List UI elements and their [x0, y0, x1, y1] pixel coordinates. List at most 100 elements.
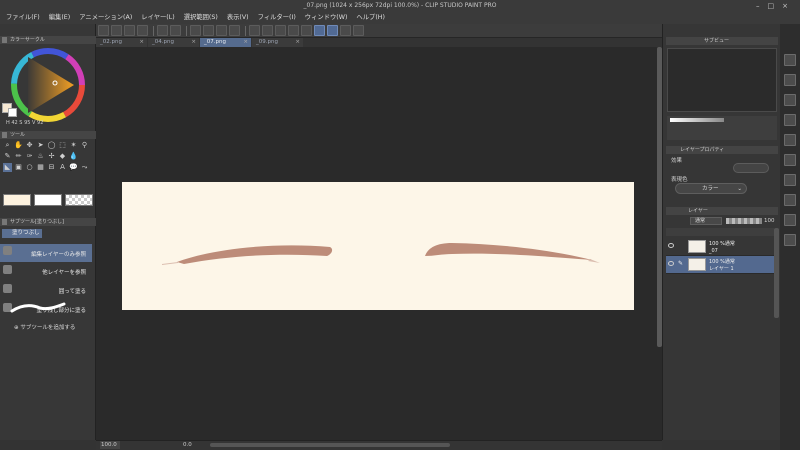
history-icon[interactable] — [784, 94, 796, 106]
tab-04[interactable]: _04.png × — [148, 38, 199, 47]
show-selection-icon[interactable] — [275, 25, 286, 36]
transform-icon[interactable] — [229, 25, 240, 36]
color-wheel[interactable] — [8, 47, 88, 127]
layer-row-07[interactable]: 100 %通常 _07 — [666, 238, 774, 256]
tab-07[interactable]: _07.png × — [200, 38, 251, 47]
menu-animation[interactable]: アニメーション(A) — [79, 12, 132, 24]
snap-grid-icon[interactable] — [340, 25, 351, 36]
blend-mode-dropdown[interactable]: 通常 — [690, 217, 722, 225]
subtool-paint-unfilled[interactable]: 塗り残し部分に塗る — [0, 301, 92, 319]
layer-scrollbar[interactable] — [774, 228, 779, 318]
snap-guide-icon[interactable] — [327, 25, 338, 36]
subtool-refer-other-layers[interactable]: 他レイヤーを参照 — [0, 263, 92, 281]
eraser-tool-icon[interactable]: ◆ — [58, 152, 67, 161]
animation-icon[interactable] — [784, 174, 796, 186]
menu-view[interactable]: 表示(V) — [227, 12, 249, 24]
new-file-icon[interactable] — [111, 25, 122, 36]
app-icon[interactable] — [98, 25, 109, 36]
download-icon[interactable] — [784, 234, 796, 246]
color-set-icon[interactable] — [784, 74, 796, 86]
zoom-slider[interactable] — [670, 118, 724, 122]
redo-icon[interactable] — [170, 25, 181, 36]
eyedropper-icon[interactable]: ⚲ — [80, 141, 89, 150]
close-tab-icon[interactable]: × — [191, 38, 196, 47]
hand-tool-icon[interactable]: ✋ — [14, 141, 23, 150]
menu-file[interactable]: ファイル(F) — [6, 12, 40, 24]
foreground-color-swatch[interactable] — [3, 194, 31, 206]
correct-line-tool-icon[interactable]: ⤳ — [80, 163, 89, 172]
loading-icon[interactable] — [190, 25, 201, 36]
expression-color-dropdown[interactable]: カラー ⌄ — [675, 183, 747, 194]
ruler-tool-icon[interactable]: ⊟ — [47, 163, 56, 172]
eye-icon[interactable] — [668, 261, 674, 266]
frame-tool-icon[interactable]: ▦ — [36, 163, 45, 172]
maximize-button[interactable]: □ — [768, 2, 783, 10]
navigator-preview[interactable] — [667, 48, 777, 112]
brush-size-icon[interactable] — [784, 134, 796, 146]
zoom-tool-icon[interactable]: ⌕ — [3, 141, 12, 150]
gradient-tool-icon[interactable]: ▣ — [14, 163, 23, 172]
crop-icon[interactable] — [288, 25, 299, 36]
tab-02[interactable]: _02.png × — [96, 38, 147, 47]
window-controls[interactable]: –□× — [756, 0, 796, 12]
magic-wand-icon[interactable]: ✶ — [69, 141, 78, 150]
sub-color-swatch[interactable] — [8, 108, 17, 117]
settings-icon[interactable] — [353, 25, 364, 36]
select-tool-icon[interactable]: ⬚ — [58, 141, 67, 150]
pen-tool-icon[interactable]: ✎ — [3, 152, 12, 161]
menu-help[interactable]: ヘルプ(H) — [356, 12, 385, 24]
fill-icon[interactable] — [216, 25, 227, 36]
close-tab-icon[interactable]: × — [243, 38, 248, 47]
deselect-icon[interactable] — [249, 25, 260, 36]
decoration-tool-icon[interactable]: ✢ — [47, 152, 56, 161]
canvas-paper[interactable] — [122, 182, 634, 310]
close-tab-icon[interactable]: × — [139, 38, 144, 47]
rotation-angle[interactable]: 0.0 — [183, 441, 192, 449]
subtool-group-tab[interactable]: 塗りつぶし — [2, 229, 42, 238]
tab-09[interactable]: _09.png × — [252, 38, 303, 47]
airbrush-tool-icon[interactable]: ♨ — [36, 152, 45, 161]
move-tool-icon[interactable]: ✥ — [25, 141, 34, 150]
subtool-edit-layer-only[interactable]: 編集レイヤーのみ参照 — [0, 244, 92, 262]
menu-filter[interactable]: フィルター(I) — [258, 12, 296, 24]
menu-selection[interactable]: 選択範囲(S) — [184, 12, 218, 24]
search-layer-icon[interactable] — [784, 154, 796, 166]
balloon-tool-icon[interactable]: 💬 — [69, 163, 78, 172]
lasso-tool-icon[interactable]: ◯ — [47, 141, 56, 150]
clear-icon[interactable] — [203, 25, 214, 36]
selection-layer-icon[interactable] — [301, 25, 312, 36]
zoom-level[interactable]: 100.0 — [100, 441, 120, 449]
opacity-slider[interactable] — [726, 218, 762, 224]
layer-row-layer1[interactable]: ✎ 100 %通常 レイヤー 1 — [666, 256, 774, 274]
subtool-enclose-and-fill[interactable]: 囲って塗る — [0, 282, 92, 300]
tool-property-icon[interactable] — [784, 114, 796, 126]
snap-ruler-icon[interactable] — [314, 25, 325, 36]
blend-tool-icon[interactable]: 💧 — [69, 152, 78, 161]
eye-icon[interactable] — [668, 243, 674, 248]
close-tab-icon[interactable]: × — [295, 38, 300, 47]
layer-toolbar[interactable] — [666, 228, 774, 236]
opacity-value[interactable]: 100 — [764, 218, 775, 224]
transparent-color-swatch[interactable] — [65, 194, 93, 206]
item-bank-icon[interactable] — [784, 194, 796, 206]
add-subtool-button[interactable]: ⊕ サブツールを追加する — [14, 323, 75, 331]
operation-tool-icon[interactable]: ➤ — [36, 141, 45, 150]
brush-tool-icon[interactable]: ✑ — [25, 152, 34, 161]
menu-layer[interactable]: レイヤー(L) — [141, 12, 174, 24]
saturation-value-triangle[interactable] — [28, 57, 74, 113]
save-icon[interactable] — [137, 25, 148, 36]
material-icon[interactable] — [784, 54, 796, 66]
horizontal-scrollbar[interactable] — [210, 443, 450, 447]
open-file-icon[interactable] — [124, 25, 135, 36]
effect-buttons[interactable] — [733, 163, 769, 173]
undo-icon[interactable] — [157, 25, 168, 36]
pencil-tool-icon[interactable]: ✏ — [14, 152, 23, 161]
menu-window[interactable]: ウィンドウ(W) — [305, 12, 348, 24]
minimize-button[interactable]: – — [756, 2, 768, 10]
text-tool-icon[interactable]: A — [58, 163, 67, 172]
menu-edit[interactable]: 編集(E) — [49, 12, 71, 24]
close-button[interactable]: × — [782, 2, 796, 10]
background-color-swatch[interactable] — [34, 194, 62, 206]
figure-tool-icon[interactable]: ○ — [25, 163, 34, 172]
camera-icon[interactable] — [784, 214, 796, 226]
